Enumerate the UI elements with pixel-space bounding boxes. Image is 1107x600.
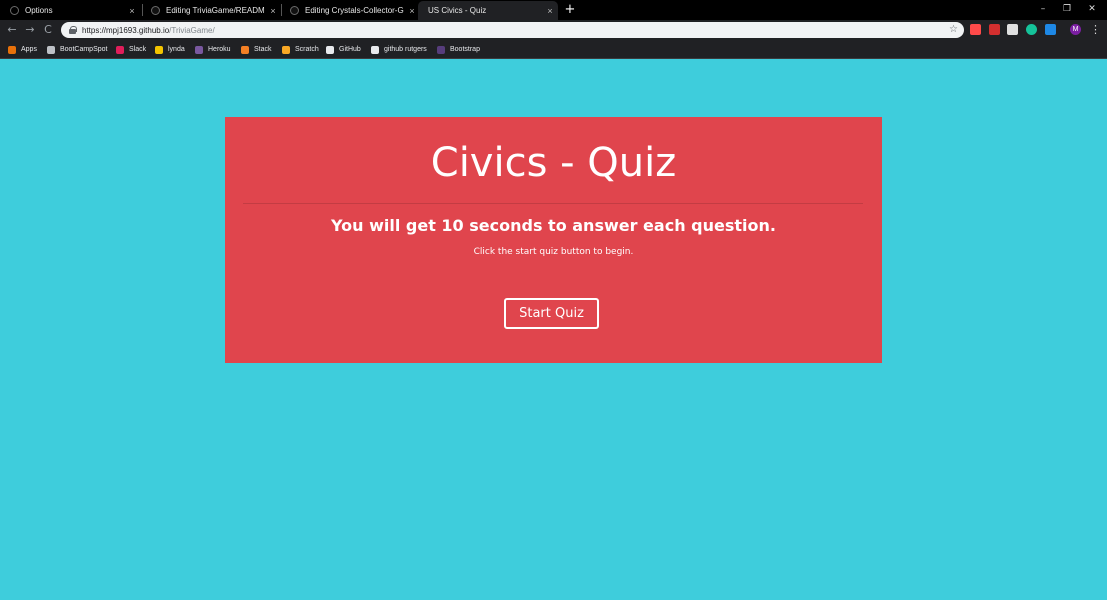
github-icon <box>371 45 379 54</box>
bookmark-lynda[interactable]: lynda <box>155 43 185 56</box>
bookmark-star-icon[interactable]: ☆ <box>949 22 958 38</box>
close-window-button[interactable]: ✕ <box>1079 0 1105 20</box>
profile-avatar[interactable]: M <box>1070 24 1081 35</box>
page-title: Civics - Quiz <box>430 140 677 186</box>
page-icon <box>47 45 55 54</box>
instructions-heading: You will get 10 seconds to answer each q… <box>331 216 776 235</box>
quiz-start-card: Civics - Quiz You will get 10 seconds to… <box>225 117 882 363</box>
tab-title: Options <box>25 6 53 15</box>
grammarly-extension-icon[interactable] <box>1026 24 1037 35</box>
title-divider <box>243 203 863 204</box>
bootstrap-icon <box>437 45 445 54</box>
bookmark-slack[interactable]: Slack <box>116 43 146 56</box>
bookmark-apps[interactable]: Apps <box>8 43 37 56</box>
stack-overflow-icon <box>241 45 249 54</box>
bookmark-label: github rutgers <box>384 46 427 53</box>
github-favicon-icon <box>151 6 160 15</box>
github-favicon-icon <box>290 6 299 15</box>
bookmark-scratch[interactable]: Scratch <box>282 43 319 56</box>
bookmark-bootcampspot[interactable]: BootCampSpot <box>47 43 107 56</box>
lock-icon <box>69 26 77 34</box>
bookmark-bootstrap[interactable]: Bootstrap <box>437 43 480 56</box>
forward-icon[interactable]: → <box>22 21 38 39</box>
tab-title: Editing Crystals-Collector-Game/ <box>305 6 404 15</box>
tab-favicon-icon <box>10 6 19 15</box>
tab-close-icon[interactable]: × <box>124 6 140 16</box>
url-host: https://mpj1693.github.io <box>82 25 170 35</box>
apps-grid-icon <box>8 45 16 54</box>
bookmark-label: GitHub <box>339 46 361 53</box>
bookmark-github[interactable]: GitHub <box>326 43 361 56</box>
browser-tab-readme[interactable]: Editing TriviaGame/README.md × <box>141 1 281 20</box>
address-bar[interactable]: https://mpj1693.github.io/TriviaGame/ ☆ <box>61 22 964 38</box>
url-path: /TriviaGame/ <box>169 25 215 35</box>
new-tab-button[interactable]: + <box>563 0 577 20</box>
bookmark-label: Stack <box>254 46 272 53</box>
restore-button[interactable]: ❐ <box>1054 0 1080 20</box>
tab-close-icon[interactable]: × <box>265 6 281 16</box>
tab-close-icon[interactable]: × <box>542 6 558 16</box>
lynda-icon <box>155 45 163 54</box>
github-icon <box>326 45 334 54</box>
bookmark-label: Heroku <box>208 46 231 53</box>
extension-icon[interactable] <box>970 24 981 35</box>
bookmark-label: Bootstrap <box>450 46 480 53</box>
heroku-icon <box>195 45 203 54</box>
tab-title: Editing TriviaGame/README.md <box>166 6 265 15</box>
tab-title: US Civics - Quiz <box>428 6 487 15</box>
instructions-hint: Click the start quiz button to begin. <box>473 247 634 257</box>
slack-icon <box>116 45 124 54</box>
browser-tab-options[interactable]: Options × <box>0 1 140 20</box>
back-icon[interactable]: ← <box>4 21 20 39</box>
extension-icon[interactable] <box>1045 24 1056 35</box>
scratch-icon <box>282 45 290 54</box>
bookmark-label: lynda <box>168 46 185 53</box>
browser-toolbar: ← → C https://mpj1693.github.io/TriviaGa… <box>0 20 1107 40</box>
bookmark-label: BootCampSpot <box>60 46 108 53</box>
minimize-button[interactable]: – <box>1030 0 1056 20</box>
extension-icon[interactable] <box>1007 24 1018 35</box>
bookmark-label: Slack <box>129 46 147 53</box>
reload-icon[interactable]: C <box>40 21 56 39</box>
bookmark-label: Apps <box>21 46 37 53</box>
extension-icon[interactable] <box>989 24 1000 35</box>
bookmark-heroku[interactable]: Heroku <box>195 43 231 56</box>
bookmarks-bar: Apps BootCampSpot Slack lynda Heroku Sta… <box>0 40 1107 59</box>
browser-tab-strip: Options × Editing TriviaGame/README.md ×… <box>0 0 1107 20</box>
browser-tab-crystals[interactable]: Editing Crystals-Collector-Game/ × <box>280 1 420 20</box>
bookmark-label: Scratch <box>295 46 319 53</box>
start-quiz-button[interactable]: Start Quiz <box>504 298 599 329</box>
browser-menu-icon[interactable]: ⋮ <box>1090 21 1101 39</box>
browser-tab-us-civics-quiz[interactable]: US Civics - Quiz × <box>418 1 558 20</box>
bookmark-stack[interactable]: Stack <box>241 43 272 56</box>
bookmark-github-rutgers[interactable]: github rutgers <box>371 43 427 56</box>
